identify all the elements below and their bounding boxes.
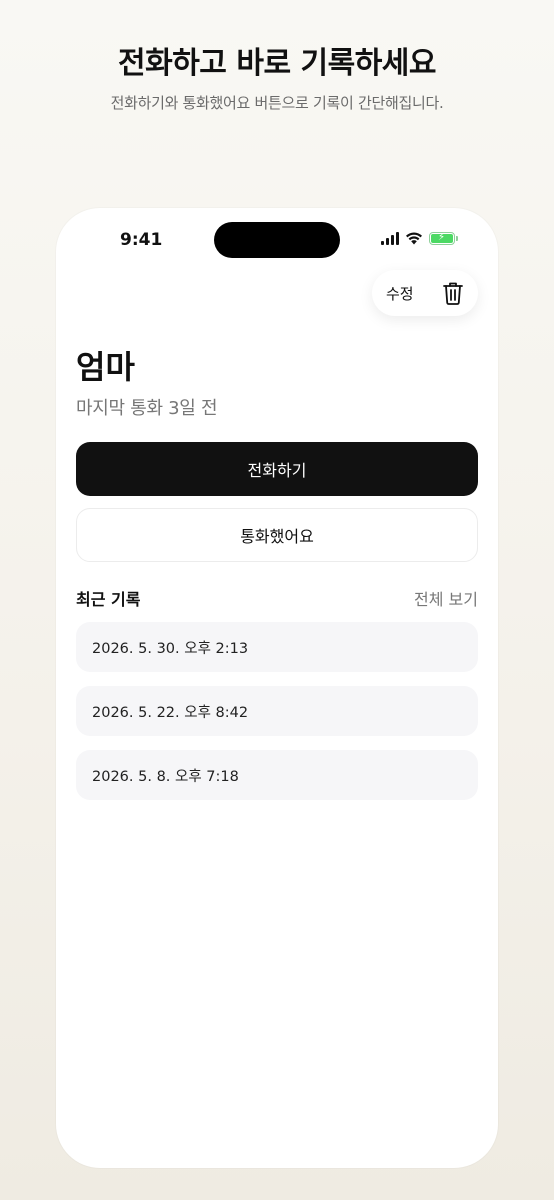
contact-name: 엄마 bbox=[76, 348, 135, 386]
cellular-signal-icon bbox=[381, 232, 399, 245]
list-item[interactable]: 2026. 5. 8. 오후 7:18 bbox=[76, 750, 478, 800]
phone-frame: 9:41 ⚡ 수정 엄마 마지막 통화 3일 전 전화하기 통화했어요 최근 기… bbox=[56, 208, 498, 1168]
recent-records-list: 2026. 5. 30. 오후 2:13 2026. 5. 22. 오후 8:4… bbox=[76, 622, 478, 814]
edit-button[interactable]: 수정 bbox=[386, 283, 414, 304]
view-all-link[interactable]: 전체 보기 bbox=[414, 586, 478, 610]
promo-subtitle: 전화하기와 통화했어요 버튼으로 기록이 간단해집니다. bbox=[110, 94, 444, 112]
wifi-icon bbox=[406, 232, 422, 245]
called-button[interactable]: 통화했어요 bbox=[76, 508, 478, 562]
call-button[interactable]: 전화하기 bbox=[76, 442, 478, 496]
last-call-text: 마지막 통화 3일 전 bbox=[76, 398, 218, 419]
header-actions: 수정 bbox=[372, 270, 478, 316]
list-item[interactable]: 2026. 5. 22. 오후 8:42 bbox=[76, 686, 478, 736]
battery-icon: ⚡ bbox=[429, 232, 458, 245]
status-icons: ⚡ bbox=[381, 232, 458, 245]
recent-records-title: 최근 기록 bbox=[76, 590, 141, 609]
promo-title: 전화하고 바로 기록하세요 bbox=[118, 46, 437, 81]
status-time: 9:41 bbox=[120, 230, 163, 250]
list-item[interactable]: 2026. 5. 30. 오후 2:13 bbox=[76, 622, 478, 672]
trash-icon bbox=[443, 282, 463, 305]
delete-button[interactable] bbox=[440, 280, 466, 306]
dynamic-island bbox=[214, 222, 340, 258]
